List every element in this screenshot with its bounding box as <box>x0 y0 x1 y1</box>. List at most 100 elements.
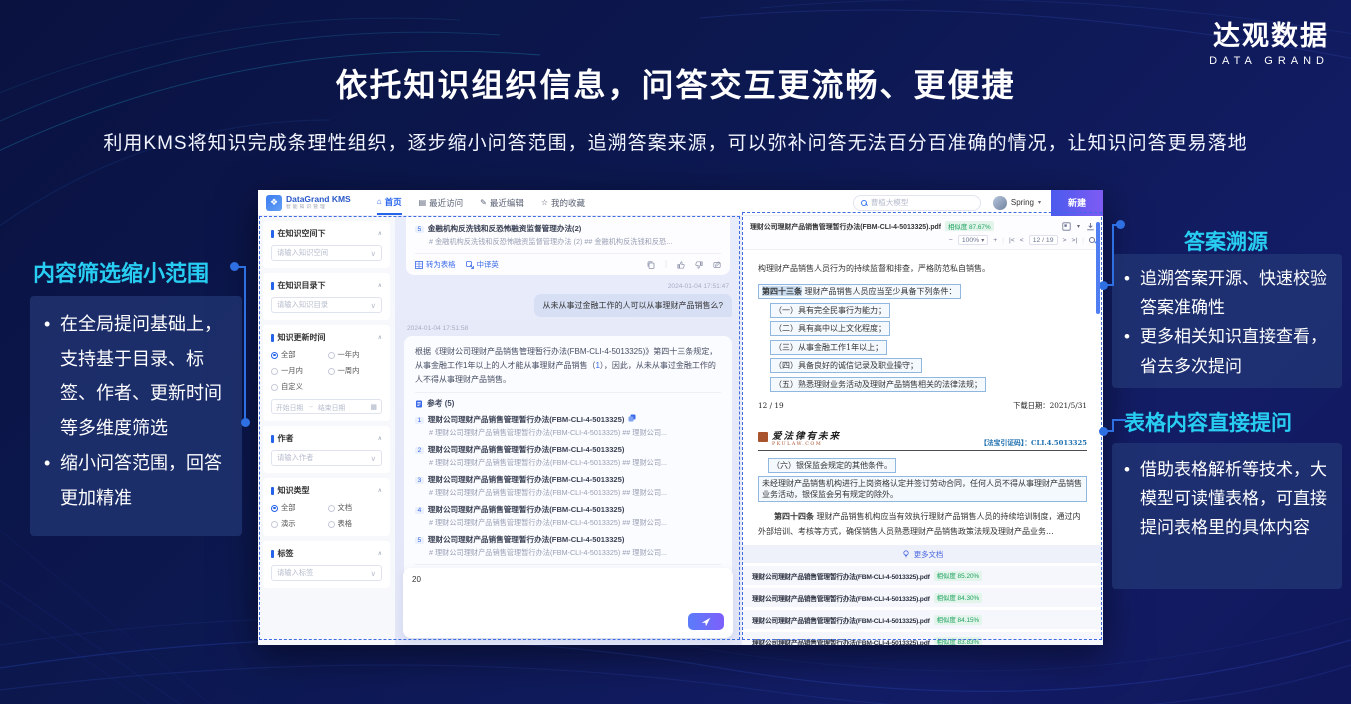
zoom-select[interactable]: 100%▾ <box>958 235 988 245</box>
radio-option[interactable]: 表格 <box>328 519 383 529</box>
page-indicator[interactable]: 12 / 19 <box>1029 235 1058 245</box>
reference-item[interactable]: 1 理财公司理财产品销售管理暂行办法(FBM-CLI-4-5013325) # … <box>415 414 721 438</box>
send-button[interactable] <box>688 613 724 630</box>
pdf-scrollbar[interactable] <box>1096 222 1100 314</box>
radio-option[interactable]: 自定义 <box>271 382 326 392</box>
nav-item[interactable]: ✎ 最近编辑 <box>480 190 524 215</box>
nav-item[interactable]: ▤ 最近访问 <box>419 190 464 215</box>
callout-bullet: 在全局提问基础上，支持基于目录、标签、作者、更新时间等多维度筛选 <box>42 307 230 446</box>
related-doc-row[interactable]: 理财公司理财产品销售管理暂行办法(FBM-CLI-4-5013325).pdf … <box>742 566 1103 585</box>
feedback-icon[interactable] <box>713 261 721 269</box>
reference-snippet: # 理财公司理财产品销售管理暂行办法(FBM-CLI-4-5013325) ##… <box>429 518 721 528</box>
tag-select[interactable]: 请输入标签 ∨ <box>271 565 382 581</box>
user-question-bubble: 从未从事过金融工作的人可以从事理财产品销售么? <box>534 294 732 317</box>
layout-icon[interactable] <box>1062 222 1071 231</box>
radio-label: 自定义 <box>281 382 303 392</box>
to-table-button[interactable]: 转为表格 <box>415 259 456 270</box>
chevron-up-icon[interactable]: ∧ <box>378 435 382 442</box>
related-doc-row[interactable]: 理财公司理财产品销售管理暂行办法(FBM-CLI-4-5013325).pdf … <box>742 632 1103 645</box>
pdf-paragraph: 第四十四条 理财产品销售机构应当有效执行理财产品销售人员的持续培训制度，通过内外… <box>758 509 1087 539</box>
chevron-up-icon[interactable]: ∧ <box>378 487 382 494</box>
thumbs-down-icon[interactable] <box>695 261 703 269</box>
user-menu[interactable]: Spring ▾ <box>993 196 1041 210</box>
pdf-title[interactable]: 理财公司理财产品销售管理暂行办法(FBM-CLI-4-5013325).pdf <box>750 221 941 231</box>
nav-item[interactable]: ☆ 我的收藏 <box>541 190 585 215</box>
radio-option[interactable]: 一年内 <box>328 350 383 360</box>
new-button[interactable]: 新建 <box>1051 190 1103 216</box>
prev-page-button[interactable]: < <box>1020 237 1024 244</box>
doc-name[interactable]: 理财公司理财产品销售管理暂行办法(FBM-CLI-4-5013325).pdf <box>752 637 930 645</box>
doc-name[interactable]: 理财公司理财产品销售管理暂行办法(FBM-CLI-4-5013325).pdf <box>752 593 930 603</box>
radio-label: 一月内 <box>281 366 303 376</box>
reference-title[interactable]: 理财公司理财产品销售管理暂行办法(FBM-CLI-4-5013325) <box>428 444 625 455</box>
chevron-up-icon[interactable]: ∧ <box>378 230 382 237</box>
question-timestamp: 2024-01-04 17:51:47 <box>407 283 729 290</box>
chevron-up-icon[interactable]: ∧ <box>378 550 382 557</box>
main-nav: ⌂ 首页 ▤ 最近访问 ✎ 最近编辑 ☆ 我的 <box>377 190 585 215</box>
translate-button[interactable]: 中译英 <box>466 259 499 270</box>
app-logo-subtitle: 智能知识管理 <box>286 205 351 210</box>
reference-title[interactable]: 理财公司理财产品销售管理暂行办法(FBM-CLI-4-5013325) <box>428 414 625 425</box>
related-doc-row[interactable]: 理财公司理财产品销售管理暂行办法(FBM-CLI-4-5013325).pdf … <box>742 610 1103 629</box>
search-input[interactable] <box>871 198 973 207</box>
doc-name[interactable]: 理财公司理财产品销售管理暂行办法(FBM-CLI-4-5013325).pdf <box>752 571 930 581</box>
doc-name[interactable]: 理财公司理财产品销售管理暂行办法(FBM-CLI-4-5013325).pdf <box>752 615 930 625</box>
radio-label: 文档 <box>338 503 353 513</box>
thumbs-up-icon[interactable] <box>677 261 685 269</box>
author-select[interactable]: 请输入作者 ∨ <box>271 450 382 466</box>
catalog-select[interactable]: 请输入知识目录 ∨ <box>271 297 382 313</box>
date-range-input[interactable]: 开始日期 → 结束日期 ▦ <box>271 399 382 414</box>
download-icon[interactable] <box>1086 222 1095 231</box>
space-select[interactable]: 请输入知识空间 ∨ <box>271 245 382 261</box>
search-box[interactable] <box>853 195 981 211</box>
radio-option[interactable]: 全部 <box>271 350 326 360</box>
pdf-header: 理财公司理财产品销售管理暂行办法(FBM-CLI-4-5013325).pdf … <box>742 216 1103 250</box>
radio-option[interactable]: 文档 <box>328 503 383 513</box>
app-navbar: ❖ DataGrand KMS 智能知识管理 ⌂ 首页 ▤ 最近访问 <box>258 190 1103 216</box>
radio-icon <box>328 368 335 375</box>
open-link-icon[interactable] <box>628 414 636 422</box>
first-page-button[interactable]: |< <box>1009 237 1015 244</box>
chevron-up-icon[interactable]: ∧ <box>378 334 382 341</box>
last-page-button[interactable]: >| <box>1071 237 1077 244</box>
more-docs-button[interactable]: 更多文档 <box>742 545 1103 563</box>
nav-item-icon: ✎ <box>480 198 487 207</box>
zoom-out-button[interactable]: − <box>949 237 953 244</box>
copy-icon[interactable] <box>647 261 655 269</box>
reference-item[interactable]: 5 理财公司理财产品销售管理暂行办法(FBM-CLI-4-5013325) # … <box>415 534 721 558</box>
pkulaw-logo: 爱法律有未来 PKULAW.COM <box>758 428 841 447</box>
callout-bullet: 更多相关知识直接查看，省去多次提问 <box>1122 322 1332 380</box>
section-title: 作者 <box>278 433 378 444</box>
nav-item-label: 我的收藏 <box>551 197 585 209</box>
table-icon <box>415 261 423 269</box>
reference-title[interactable]: 理财公司理财产品销售管理暂行办法(FBM-CLI-4-5013325) <box>428 474 625 485</box>
similarity-badge: 相似度 85.20% <box>934 571 983 581</box>
radio-option[interactable]: 一周内 <box>328 366 383 376</box>
next-page-button[interactable]: > <box>1063 237 1067 244</box>
radio-option[interactable]: 演示 <box>271 519 326 529</box>
reference-item[interactable]: 3 理财公司理财产品销售管理暂行办法(FBM-CLI-4-5013325) # … <box>415 474 721 498</box>
reference-item[interactable]: 2 理财公司理财产品销售管理暂行办法(FBM-CLI-4-5013325) # … <box>415 444 721 468</box>
filter-section-catalog: 在知识目录下 ∧ 请输入知识目录 ∨ <box>263 273 390 320</box>
reference-title[interactable]: 理财公司理财产品销售管理暂行办法(FBM-CLI-4-5013325) <box>428 534 625 545</box>
reference-title[interactable]: 理财公司理财产品销售管理暂行办法(FBM-CLI-4-5013325) <box>428 504 625 515</box>
pdf-search-icon[interactable] <box>1089 237 1095 243</box>
related-doc-row[interactable]: 理财公司理财产品销售管理暂行办法(FBM-CLI-4-5013325).pdf … <box>742 588 1103 607</box>
reference-title[interactable]: 金融机构反洗钱和反恐怖融资监督管理办法(2) <box>428 223 582 234</box>
slide: 达观数据 DATA GRAND 依托知识组织信息，问答交互更流畅、更便捷 利用K… <box>0 0 1351 704</box>
filter-section-tag: 标签 ∧ 请输入标签 ∨ <box>263 541 390 588</box>
avatar[interactable] <box>993 196 1007 210</box>
pdf-highlighted-clause: （一）具有完全民事行为能力； <box>770 303 890 318</box>
reference-item[interactable]: 4 理财公司理财产品销售管理暂行办法(FBM-CLI-4-5013325) # … <box>415 504 721 528</box>
nav-item[interactable]: ⌂ 首页 <box>377 190 402 215</box>
radio-label: 一年内 <box>338 350 360 360</box>
chevron-down-icon[interactable]: ▾ <box>1077 223 1080 230</box>
chat-input[interactable]: 20 <box>403 568 733 638</box>
nav-item-icon: ⌂ <box>377 197 382 206</box>
zoom-in-button[interactable]: + <box>993 237 997 244</box>
filter-section-time: 知识更新时间 ∧ 全部 一年内 <box>263 325 390 421</box>
radio-option[interactable]: 全部 <box>271 503 326 513</box>
chevron-down-icon: ∨ <box>371 569 376 578</box>
chevron-up-icon[interactable]: ∧ <box>378 282 382 289</box>
radio-option[interactable]: 一月内 <box>271 366 326 376</box>
